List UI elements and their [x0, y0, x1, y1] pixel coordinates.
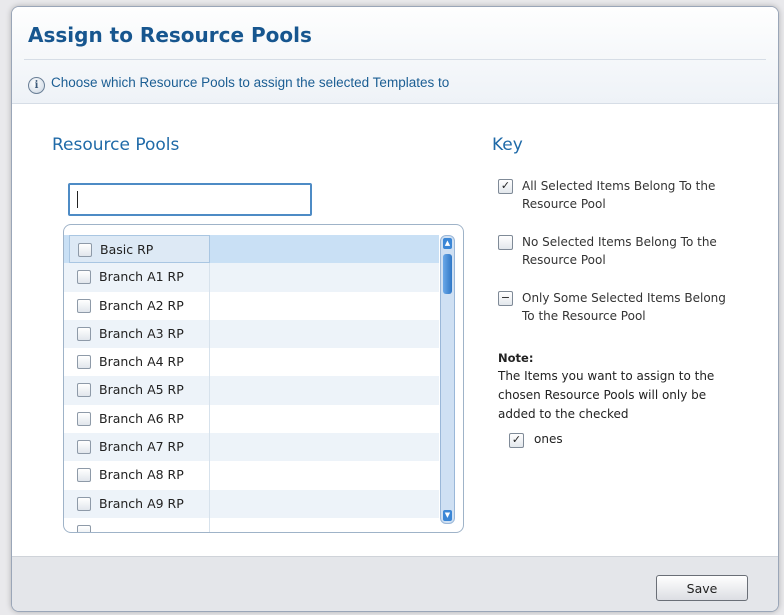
row-checkbox[interactable] [77, 270, 91, 285]
row-label: Branch A9 RP [99, 495, 184, 511]
assign-resource-pools-dialog: Assign to Resource Pools i Choose which … [11, 6, 779, 612]
header-divider [24, 59, 766, 60]
dialog-footer: Save [12, 556, 778, 611]
list-item[interactable]: Branch A5 RP [64, 376, 463, 405]
row-label: Branch A4 RP [99, 354, 184, 370]
row-label: Branch A6 RP [99, 410, 184, 426]
row-checkbox[interactable] [77, 496, 91, 511]
row-label: Branch A1 RP [99, 269, 184, 285]
row-label: Branch A3 RP [99, 325, 184, 341]
resource-pools-heading: Resource Pools [52, 135, 180, 155]
row-cell: Branch A7 RP [69, 433, 210, 462]
list-item[interactable]: Branch A3 RP [64, 319, 463, 349]
row-cell: Branch A3 RP [69, 319, 210, 349]
row-checkbox[interactable] [77, 440, 91, 455]
row-checkbox[interactable] [78, 243, 92, 257]
resource-pool-list[interactable]: Basic RP Branch A1 RP Branch A2 RP Branch A… [63, 224, 464, 533]
list-item[interactable]: Branch A1 RP [64, 263, 463, 292]
dialog-header: Assign to Resource Pools i Choose which … [12, 7, 778, 104]
key-item-none-text: No Selected Items Belong To the Resource… [522, 235, 717, 267]
row-label: Basic RP [100, 242, 154, 257]
list-item[interactable]: Basic RP [64, 235, 463, 264]
check-icon: ✓ [509, 433, 524, 448]
partial-check-icon: − [498, 291, 513, 306]
row-cell: Branch A1 RP [69, 263, 210, 292]
scroll-down-arrow-icon[interactable]: ▼ [443, 510, 452, 521]
row-cell: Basic RP [69, 235, 210, 264]
row-cell: Branch A2 RP [69, 291, 210, 320]
row-checkbox[interactable] [77, 355, 91, 370]
row-cell: Branch A5 RP [69, 376, 210, 405]
row-checkbox[interactable] [77, 524, 91, 532]
resource-pool-search-input[interactable] [68, 183, 312, 216]
dialog-subtitle: Choose which Resource Pools to assign th… [51, 75, 450, 90]
list-item[interactable]: Branch A2 RP [64, 291, 463, 320]
list-item[interactable] [64, 517, 463, 532]
list-item[interactable]: Branch A8 RP [64, 461, 463, 490]
row-cell: Branch A4 RP [69, 348, 210, 377]
row-checkbox[interactable] [77, 383, 91, 398]
note-title: Note: [498, 351, 534, 365]
note-text: The Items you want to assign to the chos… [498, 369, 715, 421]
list-item[interactable]: Branch A9 RP [64, 489, 463, 518]
row-checkbox[interactable] [77, 298, 91, 313]
list-scrollbar[interactable]: ▲ ▼ [440, 235, 455, 524]
dialog-title: Assign to Resource Pools [28, 23, 312, 47]
row-cell: Branch A6 RP [69, 404, 210, 434]
key-item-all-text: All Selected Items Belong To the Resourc… [522, 179, 716, 211]
row-checkbox[interactable] [77, 326, 91, 341]
row-checkbox[interactable] [77, 411, 91, 426]
key-heading: Key [492, 135, 523, 155]
row-checkbox[interactable] [77, 468, 91, 483]
scrollbar-thumb[interactable] [443, 254, 452, 294]
row-cell [69, 517, 210, 532]
note-suffix: ones [534, 432, 563, 446]
list-item[interactable]: Branch A4 RP [64, 348, 463, 377]
scroll-up-arrow-icon[interactable]: ▲ [443, 238, 452, 249]
text-caret [77, 191, 78, 208]
row-label: Branch A5 RP [99, 382, 184, 398]
info-icon: i [28, 77, 45, 94]
list-item[interactable]: Branch A6 RP [64, 404, 463, 434]
check-icon: ✓ [498, 179, 513, 194]
row-cell: Branch A9 RP [69, 489, 210, 518]
save-button[interactable]: Save [656, 575, 748, 601]
row-label: Branch A8 RP [99, 467, 184, 483]
row-cell: Branch A8 RP [69, 461, 210, 490]
unchecked-box-icon [498, 235, 513, 250]
resource-pool-rows: Basic RP Branch A1 RP Branch A2 RP Branch A… [64, 235, 463, 532]
row-label: Branch A7 RP [99, 439, 184, 455]
key-item-some-text: Only Some Selected Items Belong To the R… [522, 291, 726, 323]
row-label: Branch A2 RP [99, 297, 184, 313]
list-item[interactable]: Branch A7 RP [64, 433, 463, 462]
